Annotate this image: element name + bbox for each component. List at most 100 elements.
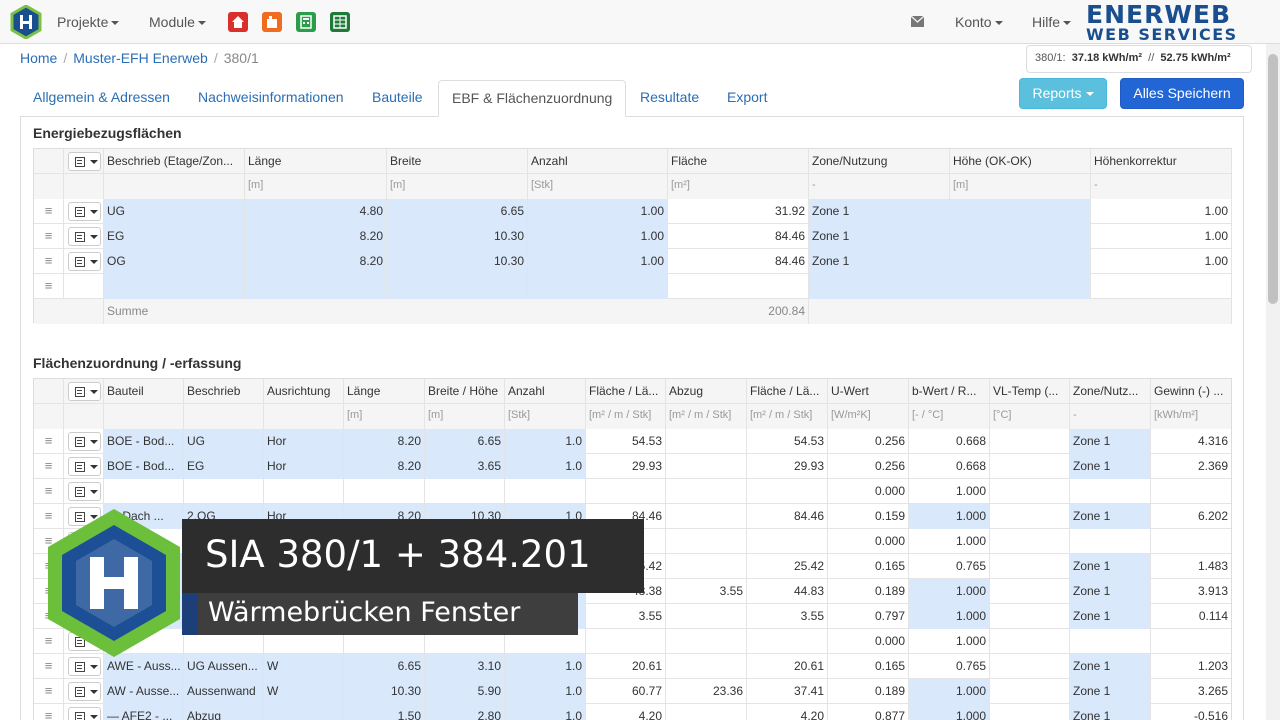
drag-handle-icon[interactable]: ≡ bbox=[34, 429, 64, 454]
page-scrollbar[interactable] bbox=[1266, 44, 1280, 720]
fz-cell[interactable]: 6.202 bbox=[1151, 504, 1231, 529]
fz-cell[interactable]: 1.000 bbox=[909, 604, 990, 629]
tab-allgemein[interactable]: Allgemein & Adressen bbox=[20, 80, 183, 117]
fz-cell[interactable] bbox=[666, 454, 747, 479]
drag-handle-icon[interactable]: ≡ bbox=[34, 199, 64, 224]
ebf-cell[interactable]: 1.00 bbox=[1091, 224, 1232, 249]
table-module-icon[interactable] bbox=[330, 12, 350, 32]
ebf-column-header[interactable]: Beschrieb (Etage/Zon... bbox=[104, 149, 245, 173]
fz-cell[interactable]: 84.46 bbox=[747, 504, 828, 529]
fz-cell[interactable]: Zone 1 bbox=[1070, 454, 1151, 479]
fz-cell[interactable]: 3.55 bbox=[747, 604, 828, 629]
fz-cell[interactable] bbox=[666, 604, 747, 629]
fz-cell[interactable] bbox=[666, 654, 747, 679]
fz-cell[interactable]: 8.20 bbox=[344, 454, 425, 479]
fz-cell[interactable]: Hor bbox=[264, 454, 344, 479]
ebf-column-header[interactable]: Höhenkorrektur bbox=[1091, 149, 1232, 173]
fz-cell[interactable]: 1.203 bbox=[1151, 654, 1231, 679]
fz-cell[interactable]: 0.000 bbox=[828, 629, 909, 654]
fz-cell[interactable]: — AFE2 - ... bbox=[104, 704, 184, 720]
fz-cell[interactable]: 54.53 bbox=[586, 429, 666, 454]
fz-cell[interactable]: 1.0 bbox=[505, 454, 586, 479]
tab-ebf-flaechenzuordnung[interactable]: EBF & Flächenzuordnung bbox=[438, 80, 627, 117]
fz-cell[interactable]: 0.165 bbox=[828, 554, 909, 579]
breadcrumb-project-link[interactable]: Muster-EFH Enerweb bbox=[73, 50, 208, 66]
nav-help-menu[interactable]: Hilfe bbox=[1032, 14, 1072, 30]
fz-cell[interactable]: 1.000 bbox=[909, 679, 990, 704]
fz-cell[interactable]: -0.516 bbox=[1151, 704, 1231, 720]
fz-column-header[interactable]: Fläche / Lä... bbox=[747, 379, 828, 403]
ebf-column-header[interactable]: Breite bbox=[387, 149, 528, 173]
ebf-cell[interactable] bbox=[950, 249, 1091, 274]
fz-cell[interactable]: 2.80 bbox=[425, 704, 505, 720]
fz-cell[interactable]: 3.913 bbox=[1151, 579, 1231, 604]
ebf-column-header[interactable]: Zone/Nutzung bbox=[809, 149, 950, 173]
ebf-cell[interactable] bbox=[528, 274, 668, 299]
fz-column-header[interactable]: Fläche / Lä... bbox=[586, 379, 666, 403]
reports-button[interactable]: Reports bbox=[1019, 78, 1107, 109]
fz-column-header[interactable]: Zone/Nutz... bbox=[1070, 379, 1151, 403]
ebf-cell[interactable]: Zone 1 bbox=[809, 249, 950, 274]
fz-cell[interactable]: 0.668 bbox=[909, 454, 990, 479]
drag-handle-icon[interactable]: ≡ bbox=[34, 704, 64, 720]
fz-cell[interactable] bbox=[1151, 629, 1231, 654]
fz-cell[interactable] bbox=[747, 529, 828, 554]
fz-column-header[interactable]: VL-Temp (... bbox=[990, 379, 1070, 403]
fz-cell[interactable]: 0.114 bbox=[1151, 604, 1231, 629]
tab-nachweisinformationen[interactable]: Nachweisinformationen bbox=[185, 80, 357, 117]
ebf-cell[interactable] bbox=[809, 274, 950, 299]
ebf-cell[interactable]: 1.00 bbox=[528, 249, 668, 274]
fz-cell[interactable] bbox=[990, 629, 1070, 654]
fz-cell[interactable]: 0.877 bbox=[828, 704, 909, 720]
fz-cell[interactable]: 0.189 bbox=[828, 579, 909, 604]
fz-cell[interactable] bbox=[666, 554, 747, 579]
ebf-cell[interactable] bbox=[668, 274, 809, 299]
fz-cell[interactable]: 5.90 bbox=[425, 679, 505, 704]
fz-cell[interactable] bbox=[747, 479, 828, 504]
ebf-cell[interactable] bbox=[104, 274, 245, 299]
fz-cell[interactable]: 20.61 bbox=[747, 654, 828, 679]
fz-cell[interactable]: Zone 1 bbox=[1070, 604, 1151, 629]
fz-cell[interactable] bbox=[1151, 479, 1231, 504]
ebf-cell[interactable] bbox=[387, 274, 528, 299]
fz-cell[interactable] bbox=[1070, 629, 1151, 654]
ebf-cell[interactable]: 1.00 bbox=[528, 224, 668, 249]
fz-cell[interactable]: 0.765 bbox=[909, 554, 990, 579]
fz-cell[interactable]: UG bbox=[184, 429, 264, 454]
fz-cell[interactable]: 29.93 bbox=[747, 454, 828, 479]
row-menu-button[interactable] bbox=[68, 252, 101, 271]
fz-cell[interactable] bbox=[990, 429, 1070, 454]
fz-cell[interactable] bbox=[990, 604, 1070, 629]
drag-handle-icon[interactable]: ≡ bbox=[34, 274, 64, 299]
tab-resultate[interactable]: Resultate bbox=[627, 80, 712, 117]
fz-cell[interactable]: Hor bbox=[264, 429, 344, 454]
ebf-cell[interactable]: 84.46 bbox=[668, 224, 809, 249]
building-module-icon[interactable] bbox=[262, 12, 282, 32]
fz-cell[interactable]: 0.765 bbox=[909, 654, 990, 679]
fz-cell[interactable] bbox=[990, 454, 1070, 479]
fz-cell[interactable] bbox=[1151, 529, 1231, 554]
fz-cell[interactable]: 1.0 bbox=[505, 429, 586, 454]
ebf-cell[interactable]: OG bbox=[104, 249, 245, 274]
fz-cell[interactable] bbox=[990, 479, 1070, 504]
tab-export[interactable]: Export bbox=[714, 80, 780, 117]
fz-cell[interactable]: EG bbox=[184, 454, 264, 479]
fz-cell[interactable] bbox=[990, 679, 1070, 704]
fz-cell[interactable] bbox=[1070, 479, 1151, 504]
ebf-cell[interactable]: 8.20 bbox=[245, 249, 387, 274]
row-menu-button[interactable] bbox=[68, 457, 101, 476]
nav-account-menu[interactable]: Konto bbox=[955, 14, 1003, 30]
fz-cell[interactable]: 54.53 bbox=[747, 429, 828, 454]
ebf-cell[interactable]: 31.92 bbox=[668, 199, 809, 224]
fz-cell[interactable] bbox=[747, 629, 828, 654]
ebf-column-header[interactable]: Fläche bbox=[668, 149, 809, 173]
ebf-cell[interactable]: 84.46 bbox=[668, 249, 809, 274]
fz-cell[interactable]: Zone 1 bbox=[1070, 504, 1151, 529]
fz-cell[interactable] bbox=[666, 479, 747, 504]
fz-cell[interactable]: 3.265 bbox=[1151, 679, 1231, 704]
row-menu-button[interactable] bbox=[68, 432, 101, 451]
fz-cell[interactable]: 1.000 bbox=[909, 504, 990, 529]
fz-cell[interactable] bbox=[1070, 529, 1151, 554]
drag-handle-icon[interactable]: ≡ bbox=[34, 224, 64, 249]
fz-cell[interactable]: 6.65 bbox=[425, 429, 505, 454]
